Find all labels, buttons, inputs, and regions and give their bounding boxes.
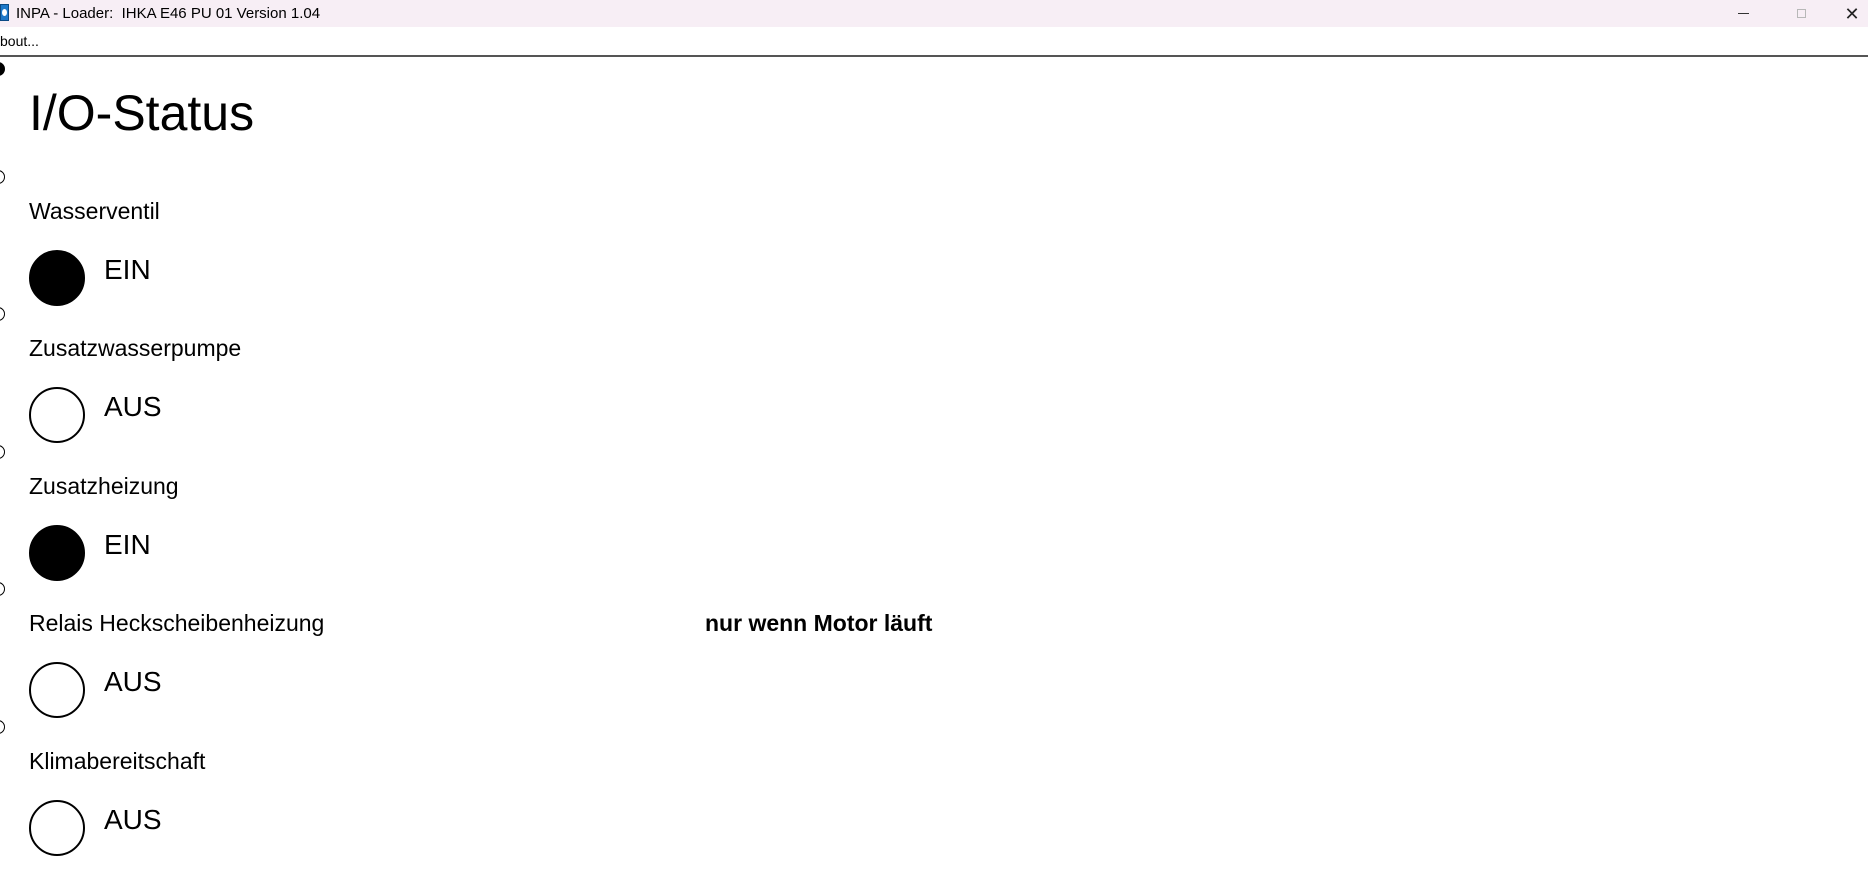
maximize-icon	[1796, 9, 1806, 18]
io-value: AUS	[104, 391, 162, 422]
status-lamp-icon	[29, 800, 85, 856]
io-label: Relais Heckscheibenheizung	[29, 610, 325, 636]
screen-radio-1[interactable]	[0, 62, 5, 76]
title-bar[interactable]: INPA - Loader: IHKA E46 PU 01 Version 1.…	[0, 0, 1868, 27]
io-row-relais-heckscheibenheizung: Relais Heckscheibenheizung nur wenn Moto…	[0, 609, 1868, 747]
close-button[interactable]: ✕	[1836, 0, 1868, 27]
status-lamp-icon	[29, 250, 85, 306]
app-icon	[0, 4, 9, 21]
minimize-icon	[1737, 13, 1749, 14]
close-icon: ✕	[1844, 3, 1860, 24]
io-label: Zusatzheizung	[29, 473, 179, 499]
status-lamp-icon	[29, 387, 85, 443]
screen-radio-2[interactable]	[0, 170, 5, 184]
menu-bar: bout...	[0, 27, 1868, 55]
io-label: Zusatzwasserpumpe	[29, 335, 242, 361]
window-title: INPA - Loader: IHKA E46 PU 01 Version 1.…	[16, 5, 321, 22]
status-lamp-icon	[29, 662, 85, 718]
io-value: EIN	[104, 529, 151, 560]
page-title: I/O-Status	[29, 85, 255, 141]
status-lamp-icon	[29, 525, 85, 581]
io-row-klimabereitschaft: Klimabereitschaft AUS	[0, 747, 1868, 885]
io-value: AUS	[104, 666, 162, 697]
io-label: Klimabereitschaft	[29, 748, 206, 774]
io-label: Wasserventil	[29, 198, 160, 224]
io-value: AUS	[104, 804, 162, 835]
main-content: I/O-Status Wasserventil EIN Zusatzwasser…	[0, 57, 1868, 893]
menu-item-about[interactable]: bout...	[0, 33, 39, 49]
minimize-button[interactable]	[1720, 0, 1766, 27]
io-value: EIN	[104, 254, 151, 285]
io-row-wasserventil: Wasserventil EIN	[0, 197, 1868, 335]
maximize-button[interactable]	[1778, 0, 1824, 27]
io-row-zusatzheizung: Zusatzheizung EIN	[0, 472, 1868, 610]
io-row-zusatzwasserpumpe: Zusatzwasserpumpe AUS	[0, 334, 1868, 472]
io-note: nur wenn Motor läuft	[705, 610, 933, 636]
